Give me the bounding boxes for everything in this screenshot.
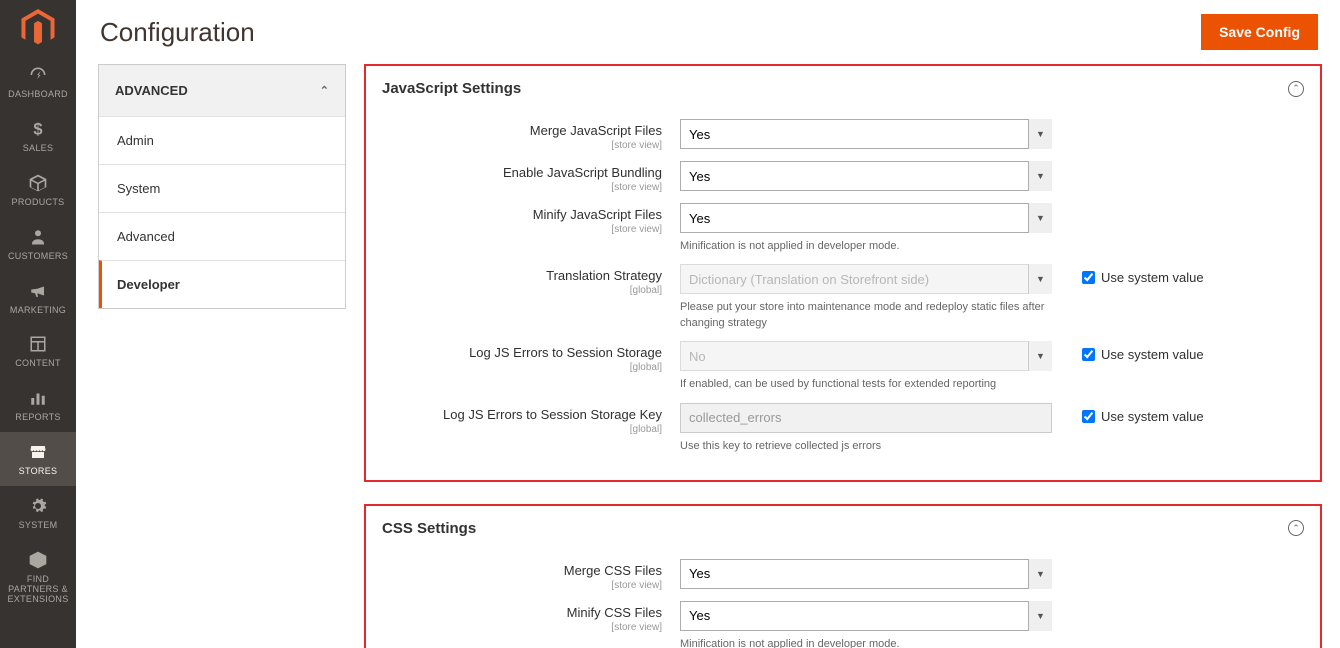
nav-label: SALES bbox=[23, 144, 54, 154]
megaphone-icon bbox=[28, 280, 48, 302]
page-header: Configuration Save Config bbox=[76, 0, 1340, 64]
translation-strategy-select: Dictionary (Translation on Storefront si… bbox=[680, 264, 1052, 294]
store-icon bbox=[28, 441, 48, 463]
field-label: Log JS Errors to Session Storage Key bbox=[443, 407, 662, 422]
field-scope: [global] bbox=[380, 424, 662, 435]
field-scope: [store view] bbox=[380, 580, 662, 591]
admin-sidebar: DASHBOARD $ SALES PRODUCTS CUSTOMERS MAR… bbox=[0, 0, 76, 648]
field-scope: [store view] bbox=[380, 182, 662, 193]
use-system-label: Use system value bbox=[1101, 409, 1204, 424]
collapse-icon[interactable]: ⌃ bbox=[1288, 81, 1304, 97]
chevron-up-icon: ⌃ bbox=[320, 84, 329, 97]
use-system-label: Use system value bbox=[1101, 347, 1204, 362]
fieldset-title: JavaScript Settings bbox=[382, 80, 521, 97]
layout-icon bbox=[29, 333, 47, 355]
field-note: Minification is not applied in developer… bbox=[680, 637, 1050, 648]
field-label: Translation Strategy bbox=[546, 268, 662, 283]
nav-system[interactable]: SYSTEM bbox=[0, 486, 76, 540]
field-scope: [store view] bbox=[380, 140, 662, 151]
merge-js-select[interactable]: Yes bbox=[680, 119, 1052, 149]
log-js-errors-select: No bbox=[680, 341, 1052, 371]
nav-label: CONTENT bbox=[15, 359, 61, 369]
nav-label: SYSTEM bbox=[19, 521, 58, 531]
magento-logo[interactable] bbox=[0, 0, 76, 55]
nav-label: CUSTOMERS bbox=[8, 252, 68, 262]
nav-label: REPORTS bbox=[15, 413, 60, 423]
nav-label: MARKETING bbox=[10, 306, 66, 316]
nav-reports[interactable]: REPORTS bbox=[0, 378, 76, 432]
nav-content[interactable]: CONTENT bbox=[0, 324, 76, 378]
field-scope: [global] bbox=[380, 362, 662, 373]
merge-css-select[interactable]: Yes bbox=[680, 559, 1052, 589]
dashboard-icon bbox=[28, 64, 48, 86]
fieldset-javascript-settings: JavaScript Settings ⌃ Merge JavaScript F… bbox=[364, 64, 1322, 482]
config-item-admin[interactable]: Admin bbox=[99, 116, 345, 164]
nav-marketing[interactable]: MARKETING bbox=[0, 271, 76, 325]
box-icon bbox=[28, 172, 48, 194]
field-label: Minify CSS Files bbox=[567, 605, 662, 620]
save-config-button[interactable]: Save Config bbox=[1201, 14, 1318, 50]
field-label: Log JS Errors to Session Storage bbox=[469, 345, 662, 360]
js-bundling-select[interactable]: Yes bbox=[680, 161, 1052, 191]
page-title: Configuration bbox=[100, 17, 255, 48]
use-system-checkbox[interactable] bbox=[1082, 348, 1095, 361]
config-item-advanced[interactable]: Advanced bbox=[99, 212, 345, 260]
field-note: Minification is not applied in developer… bbox=[680, 239, 1050, 254]
config-group-advanced[interactable]: ADVANCED ⌃ bbox=[99, 65, 345, 116]
log-js-key-input bbox=[680, 403, 1052, 433]
nav-label: PRODUCTS bbox=[12, 198, 65, 208]
fieldset-css-settings: CSS Settings ⌃ Merge CSS Files [store vie… bbox=[364, 504, 1322, 648]
gear-icon bbox=[29, 495, 47, 517]
svg-text:$: $ bbox=[33, 120, 42, 138]
puzzle-icon bbox=[28, 549, 48, 571]
field-label: Merge CSS Files bbox=[564, 563, 662, 578]
use-system-checkbox[interactable] bbox=[1082, 271, 1095, 284]
field-scope: [global] bbox=[380, 285, 662, 296]
field-label: Enable JavaScript Bundling bbox=[503, 165, 662, 180]
fieldset-title: CSS Settings bbox=[382, 520, 476, 537]
nav-label: FIND PARTNERS & EXTENSIONS bbox=[4, 575, 72, 605]
config-item-developer[interactable]: Developer bbox=[99, 260, 345, 308]
nav-products[interactable]: PRODUCTS bbox=[0, 163, 76, 217]
minify-css-select[interactable]: Yes bbox=[680, 601, 1052, 631]
use-system-checkbox[interactable] bbox=[1082, 410, 1095, 423]
field-label: Merge JavaScript Files bbox=[530, 123, 662, 138]
nav-dashboard[interactable]: DASHBOARD bbox=[0, 55, 76, 109]
dollar-icon: $ bbox=[29, 118, 47, 140]
nav-customers[interactable]: CUSTOMERS bbox=[0, 217, 76, 271]
person-icon bbox=[29, 226, 47, 248]
config-nav: ADVANCED ⌃ Admin System Advanced Develop… bbox=[76, 64, 346, 648]
field-label: Minify JavaScript Files bbox=[533, 207, 662, 222]
field-note: If enabled, can be used by functional te… bbox=[680, 377, 1050, 392]
field-note: Use this key to retrieve collected js er… bbox=[680, 439, 1050, 454]
field-scope: [store view] bbox=[380, 224, 662, 235]
minify-js-select[interactable]: Yes bbox=[680, 203, 1052, 233]
nav-stores[interactable]: STORES bbox=[0, 432, 76, 486]
collapse-icon[interactable]: ⌃ bbox=[1288, 520, 1304, 536]
settings-panel: JavaScript Settings ⌃ Merge JavaScript F… bbox=[346, 64, 1340, 648]
chart-icon bbox=[29, 387, 47, 409]
field-note: Please put your store into maintenance m… bbox=[680, 300, 1050, 331]
nav-sales[interactable]: $ SALES bbox=[0, 109, 76, 163]
field-scope: [store view] bbox=[380, 622, 662, 633]
nav-partners[interactable]: FIND PARTNERS & EXTENSIONS bbox=[0, 540, 76, 614]
config-group-label: ADVANCED bbox=[115, 83, 188, 98]
nav-label: STORES bbox=[19, 467, 58, 477]
nav-label: DASHBOARD bbox=[8, 90, 68, 100]
use-system-label: Use system value bbox=[1101, 270, 1204, 285]
config-item-system[interactable]: System bbox=[99, 164, 345, 212]
